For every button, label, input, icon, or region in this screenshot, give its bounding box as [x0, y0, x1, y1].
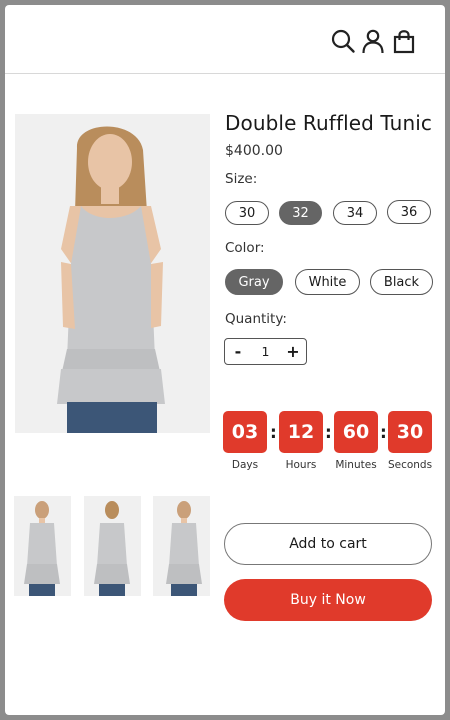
countdown-seconds: 30 [388, 411, 432, 453]
size-label: Size: [225, 171, 258, 187]
size-option-32[interactable]: 32 [279, 201, 322, 225]
countdown-minutes: 60 [334, 411, 378, 453]
shopping-bag-icon[interactable] [391, 28, 417, 54]
size-option-30[interactable]: 30 [225, 201, 269, 225]
thumbnail-back[interactable] [84, 496, 141, 596]
size-option-34[interactable]: 34 [333, 201, 377, 225]
countdown-hours-label: Hours [285, 459, 317, 471]
countdown-seconds-label: Seconds [387, 459, 433, 471]
top-header [5, 5, 445, 74]
product-title: Double Ruffled Tunic [225, 111, 432, 135]
color-option-black[interactable]: Black [370, 269, 433, 295]
product-main-image [15, 114, 210, 433]
countdown-minutes-label: Minutes [335, 459, 377, 471]
size-option-36[interactable]: 36 [387, 200, 431, 224]
search-icon[interactable] [330, 28, 356, 54]
product-price: $400.00 [225, 143, 283, 159]
countdown-days-label: Days [231, 459, 259, 471]
buy-now-button[interactable]: Buy it Now [224, 579, 432, 621]
quantity-label: Quantity: [225, 311, 287, 327]
user-icon[interactable] [360, 28, 386, 54]
product-card: Double Ruffled Tunic $400.00 Size: 30 32… [5, 5, 445, 715]
countdown-days: 03 [223, 411, 267, 453]
add-to-cart-button[interactable]: Add to cart [224, 523, 432, 565]
countdown-separator: : [325, 423, 332, 443]
thumbnail-front[interactable] [14, 496, 71, 596]
quantity-increase-button[interactable]: + [280, 342, 306, 361]
thumbnail-side[interactable] [153, 496, 210, 596]
color-option-gray[interactable]: Gray [225, 269, 283, 295]
countdown-separator: : [270, 423, 277, 443]
color-label: Color: [225, 240, 265, 256]
countdown-hours: 12 [279, 411, 323, 453]
countdown-separator: : [380, 423, 387, 443]
color-option-white[interactable]: White [295, 269, 360, 295]
quantity-stepper: - 1 + [224, 338, 307, 365]
quantity-value[interactable]: 1 [251, 344, 280, 359]
quantity-decrease-button[interactable]: - [225, 342, 251, 361]
